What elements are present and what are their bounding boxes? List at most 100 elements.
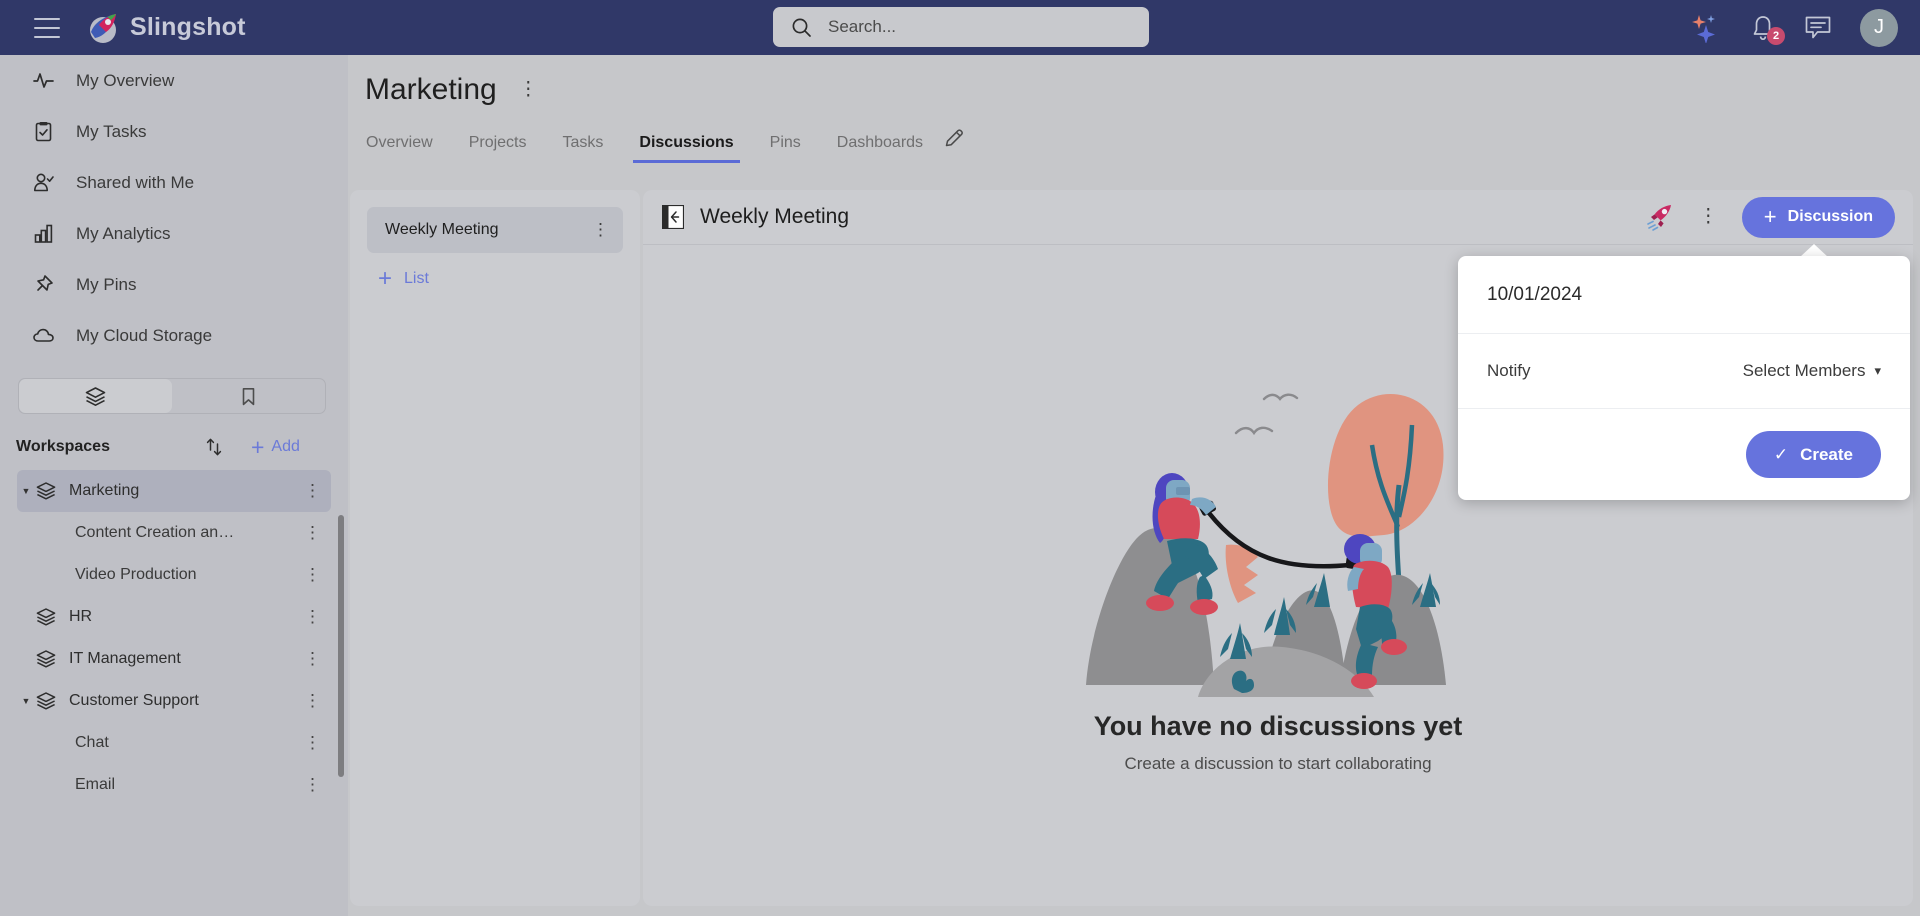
workspaces-title: Workspaces xyxy=(16,438,110,455)
workspace-row[interactable]: Chat ⋮ xyxy=(17,722,331,764)
pencil-icon[interactable] xyxy=(943,127,965,163)
layers-icon xyxy=(85,386,106,406)
search-icon xyxy=(792,18,811,37)
main-panel-more-icon[interactable]: ⋮ xyxy=(1699,207,1718,226)
notifications-button[interactable]: 2 xyxy=(1750,14,1785,45)
sidebar-item-my-tasks[interactable]: My Tasks xyxy=(0,106,348,157)
workspace-more-icon[interactable]: ⋮ xyxy=(304,734,321,751)
workspaces-list: ▼ Marketing ⋮ Content Creation an… ⋮ Video Pr… xyxy=(0,470,348,806)
workspace-label: Chat xyxy=(75,734,109,751)
brand-name: Slingshot xyxy=(130,13,246,41)
workspace-row[interactable]: ▼ Marketing ⋮ xyxy=(17,470,331,512)
workspace-label: IT Management xyxy=(69,650,181,667)
sidebar-item-my-overview[interactable]: My Overview xyxy=(0,55,348,106)
sort-arrows-icon[interactable] xyxy=(203,436,225,458)
sidebar-item-my-pins[interactable]: My Pins xyxy=(0,259,348,310)
sidebar-item-my-analytics[interactable]: My Analytics xyxy=(0,208,348,259)
sidebar-item-label: My Tasks xyxy=(76,121,147,141)
pin-icon xyxy=(30,273,56,296)
chat-icon xyxy=(1805,16,1831,39)
workspace-label: Video Production xyxy=(75,566,197,583)
collapse-panel-icon[interactable] xyxy=(662,205,684,229)
layers-icon xyxy=(33,690,59,712)
clipboard-check-icon xyxy=(30,120,56,143)
workspace-more-icon[interactable]: ⋮ xyxy=(304,566,321,583)
sidebar-scrollbar[interactable] xyxy=(338,515,344,777)
list-item[interactable]: Weekly Meeting ⋮ xyxy=(367,207,623,253)
tab-tasks[interactable]: Tasks xyxy=(562,134,603,163)
search-field[interactable]: Search... xyxy=(773,7,1149,47)
workspace-more-icon[interactable]: ⋮ xyxy=(304,650,321,667)
bookmark-icon xyxy=(242,387,255,405)
top-bar-actions: 2 J xyxy=(1688,0,1898,55)
chevron-down-icon: ▾ xyxy=(1874,363,1881,378)
popover-date-row: 10/01/2024 xyxy=(1458,256,1910,334)
top-bar: Slingshot Search... 2 J xyxy=(0,0,1920,55)
avatar[interactable]: J xyxy=(1860,8,1898,47)
sidebar-item-my-cloud-storage[interactable]: My Cloud Storage xyxy=(0,310,348,361)
popover-notify-row: Notify Select Members ▾ xyxy=(1458,334,1910,409)
tab-dashboards[interactable]: Dashboards xyxy=(837,134,923,163)
workspace-label: Email xyxy=(75,776,116,793)
slingshot-logo-icon xyxy=(90,13,116,43)
workspace-label: HR xyxy=(69,608,93,625)
list-item-more-icon[interactable]: ⋮ xyxy=(592,221,609,238)
workspace-row[interactable]: ▼ Customer Support ⋮ xyxy=(17,680,331,722)
sidebar-item-label: My Analytics xyxy=(76,223,171,243)
messages-button[interactable] xyxy=(1804,15,1832,40)
sidebar-item-label: My Pins xyxy=(76,274,137,294)
layers-icon xyxy=(33,606,59,628)
sparkles-icon[interactable] xyxy=(1688,13,1722,43)
workspace-label: Marketing xyxy=(69,482,140,499)
tab-overview[interactable]: Overview xyxy=(366,134,433,163)
main-panel-header: Weekly Meeting ⋮ + Discussion xyxy=(643,190,1913,245)
add-list-label: List xyxy=(404,270,429,287)
workspace-label: Content Creation an… xyxy=(75,524,235,541)
page-more-icon[interactable]: ⋮ xyxy=(519,80,538,99)
sidebar-item-shared-with-me[interactable]: Shared with Me xyxy=(0,157,348,208)
brand-logo-link[interactable]: Slingshot xyxy=(86,11,246,45)
add-list-button[interactable]: + List xyxy=(378,265,640,293)
search-placeholder: Search... xyxy=(828,17,897,36)
add-workspace-label: Add xyxy=(271,438,300,455)
toggle-workspaces-view[interactable] xyxy=(19,379,172,413)
page-title: Marketing xyxy=(365,73,497,106)
workspace-row[interactable]: Email ⋮ xyxy=(17,764,331,806)
layers-icon xyxy=(33,480,59,502)
toggle-bookmarks-view[interactable] xyxy=(172,379,325,413)
discussion-date-input[interactable]: 10/01/2024 xyxy=(1487,284,1582,306)
workspace-more-icon[interactable]: ⋮ xyxy=(304,692,321,709)
hamburger-icon[interactable] xyxy=(34,17,60,38)
workspace-more-icon[interactable]: ⋮ xyxy=(304,524,321,541)
workspace-row[interactable]: HR ⋮ xyxy=(17,596,331,638)
workspace-more-icon[interactable]: ⋮ xyxy=(304,608,321,625)
bar-chart-icon xyxy=(30,222,56,245)
add-workspace-button[interactable]: + Add xyxy=(251,434,300,461)
create-button-label: Create xyxy=(1800,444,1853,464)
page-header: Marketing ⋮ Overview Projects Tasks Discuss… xyxy=(348,55,1920,175)
create-button[interactable]: ✓ Create xyxy=(1745,431,1881,478)
two-climbers-mountain-illustration xyxy=(1086,393,1446,697)
app-root: Slingshot Search... 2 J My Overview My T… xyxy=(0,0,1920,916)
workspace-row[interactable]: Video Production ⋮ xyxy=(17,554,331,596)
rocket-icon[interactable] xyxy=(1645,202,1675,232)
workspace-row[interactable]: Content Creation an… ⋮ xyxy=(17,512,331,554)
workspace-row[interactable]: IT Management ⋮ xyxy=(17,638,331,680)
user-check-icon xyxy=(30,171,56,194)
select-members-dropdown[interactable]: Select Members ▾ xyxy=(1743,361,1881,381)
activity-icon xyxy=(30,69,56,92)
sidebar-item-label: My Overview xyxy=(76,70,175,90)
tab-projects[interactable]: Projects xyxy=(469,134,527,163)
workspace-more-icon[interactable]: ⋮ xyxy=(304,776,321,793)
tab-discussions[interactable]: Discussions xyxy=(633,134,740,163)
caret-down-icon[interactable]: ▼ xyxy=(19,696,33,706)
plus-icon: + xyxy=(1763,204,1777,229)
tab-pins[interactable]: Pins xyxy=(770,134,801,163)
caret-down-icon[interactable]: ▼ xyxy=(19,486,33,496)
new-discussion-button[interactable]: + Discussion xyxy=(1741,196,1895,238)
empty-state-subtitle: Create a discussion to start collaborati… xyxy=(1124,754,1432,773)
notification-badge: 2 xyxy=(1767,27,1785,45)
workspace-more-icon[interactable]: ⋮ xyxy=(304,482,321,499)
select-members-value: Select Members xyxy=(1742,361,1866,380)
check-icon: ✓ xyxy=(1773,444,1789,464)
